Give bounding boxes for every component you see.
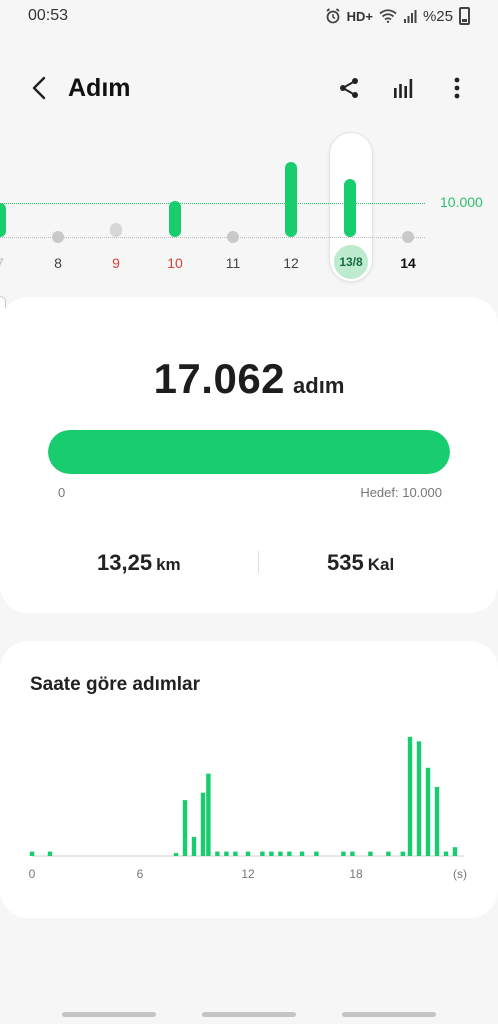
wifi-icon (379, 9, 397, 23)
steps-unit: adım (293, 373, 345, 398)
distance-unit: km (156, 555, 181, 574)
hourly-bar (407, 736, 413, 856)
day-steps-bar (344, 179, 356, 237)
x-tick-label: 12 (241, 867, 255, 881)
hourly-bar (341, 851, 346, 856)
goal-label: 10.000 (440, 194, 483, 210)
hourly-bar (416, 741, 422, 856)
hourly-bar (400, 851, 405, 856)
signal-icon (403, 10, 417, 23)
hourly-bar (443, 851, 449, 856)
hourly-bar (425, 767, 431, 856)
hourly-steps-chart: 0 6 12 18 (s) (29, 736, 467, 881)
day-steps-bar (0, 203, 6, 237)
selected-day-badge[interactable]: 13/8 (332, 243, 370, 281)
hourly-bar (245, 851, 251, 856)
alarm-icon (326, 8, 340, 24)
calories-stat: 535 Kal (327, 550, 394, 576)
hourly-bar (314, 851, 319, 856)
share-button[interactable] (336, 75, 362, 101)
day-steps-bar (285, 162, 297, 237)
share-icon (340, 78, 358, 98)
day-steps-bar (169, 201, 181, 237)
hourly-bar (368, 851, 373, 856)
day-label: 14 (400, 255, 416, 271)
calories-value: 535 (327, 550, 364, 575)
nav-hint-right (342, 1012, 436, 1017)
app-bar: Adım (0, 60, 498, 116)
day-no-steps-dot (52, 231, 64, 243)
day-steps-bar (110, 223, 122, 237)
steps-progress-bar (48, 430, 450, 474)
progress-min-label: 0 (58, 485, 66, 500)
x-unit-label: (s) (453, 867, 467, 881)
steps-total: 17.062 adım (0, 355, 498, 403)
day-selector: 10.000 7 8 9 10 11 12 13/8 14 (0, 130, 498, 290)
hourly-bar (182, 800, 188, 856)
status-bar: 00:53 HD+ %25 (0, 0, 498, 32)
hourly-bar (350, 851, 355, 856)
bar-chart-icon (394, 79, 413, 98)
more-options-button[interactable] (444, 75, 470, 101)
progress-target-label: Hedef: 10.000 (360, 485, 442, 500)
nav-hint-left (62, 1012, 156, 1017)
hourly-bar (287, 851, 292, 856)
back-button[interactable] (22, 68, 56, 108)
day-label: 8 (54, 255, 62, 271)
hourly-bar (260, 851, 265, 856)
app-bar-actions (336, 75, 470, 101)
nav-hint-center (202, 1012, 296, 1017)
x-tick-label: 6 (137, 867, 144, 881)
page-title: Adım (68, 73, 131, 102)
day-label: 9 (112, 255, 120, 271)
day-no-steps-dot (402, 231, 414, 243)
distance-value: 13,25 (97, 550, 153, 575)
hourly-bar (299, 851, 305, 856)
hourly-bar (278, 851, 283, 856)
network-type: HD+ (346, 8, 373, 24)
hourly-bar (173, 853, 179, 856)
day-item-7[interactable]: 7 (0, 130, 20, 280)
hourly-bar (191, 836, 197, 856)
more-vert-icon (454, 77, 460, 99)
day-label: 7 (0, 255, 20, 271)
steps-progress-fill (48, 430, 450, 474)
hourly-bar (47, 851, 53, 856)
day-item-10[interactable]: 10 (155, 130, 195, 280)
hourly-bar (452, 847, 458, 856)
day-no-steps-dot (227, 231, 239, 243)
day-item-8[interactable]: 8 (38, 130, 78, 280)
status-icons: HD+ %25 (325, 7, 470, 25)
hourly-bar (29, 851, 35, 856)
day-item-9[interactable]: 9 (96, 130, 136, 280)
day-item-11[interactable]: 11 (213, 130, 253, 280)
hourly-bar (434, 786, 440, 856)
stat-divider (258, 551, 259, 573)
hourly-bar (233, 851, 238, 856)
hourly-bar (269, 851, 274, 856)
hourly-bar (224, 851, 229, 856)
hourly-steps-card[interactable]: Saate göre adımlar 0 6 12 18 (s) (0, 641, 498, 918)
hourly-bar (215, 851, 220, 856)
day-label: 10 (167, 255, 183, 271)
day-item-12[interactable]: 12 (271, 130, 311, 280)
x-tick-label: 18 (349, 867, 363, 881)
distance-stat: 13,25 km (97, 550, 181, 576)
status-time: 00:53 (28, 7, 69, 24)
battery-icon (459, 7, 470, 25)
back-arrow-icon (32, 76, 46, 100)
calories-unit: Kal (367, 555, 395, 574)
day-label: 12 (283, 255, 299, 271)
hourly-bar (386, 851, 391, 856)
steps-summary-card: 17.062 adım 0 Hedef: 10.000 13,25 km 535 Ka… (0, 297, 498, 613)
battery-percent: %25 (422, 7, 453, 25)
day-label: 11 (225, 255, 241, 271)
steps-value: 17.062 (153, 355, 286, 402)
x-tick-label: 0 (29, 867, 36, 881)
hourly-bar (200, 792, 206, 856)
hourly-bar (206, 773, 211, 856)
day-item-14[interactable]: 14 (388, 130, 428, 280)
trends-button[interactable] (390, 75, 416, 101)
